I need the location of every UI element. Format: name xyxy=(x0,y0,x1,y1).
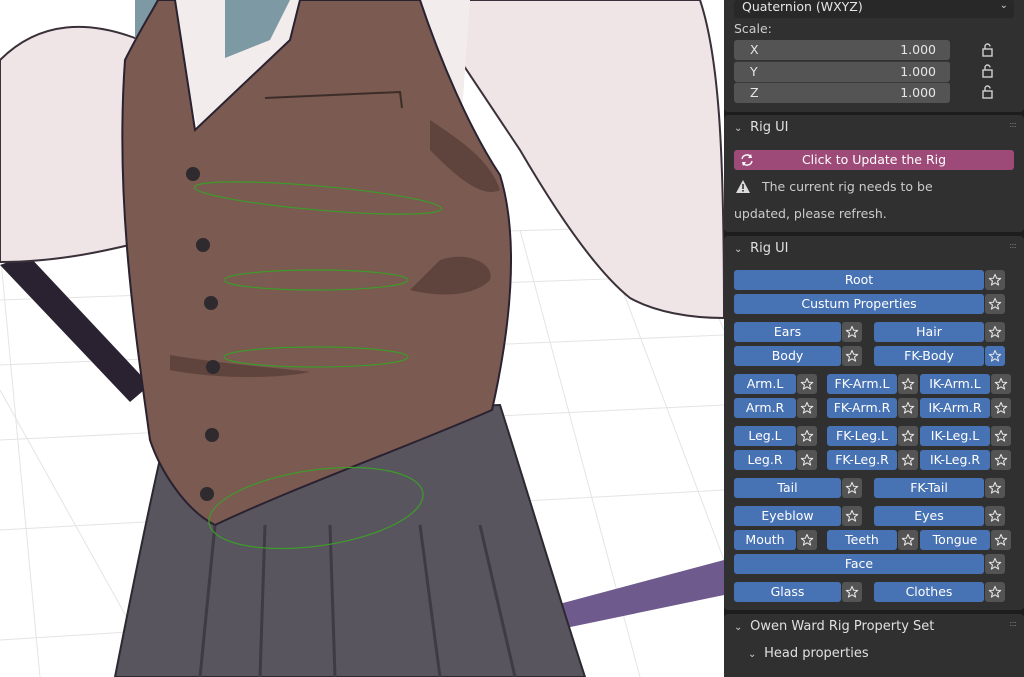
layer-button-ik-leg-r[interactable]: IK-Leg.R xyxy=(920,450,990,470)
chevron-down-icon: ⌄ xyxy=(734,244,743,255)
layer-button-fk-body[interactable]: FK-Body xyxy=(874,346,984,366)
layer-button-custum-properties[interactable]: Custum Properties xyxy=(734,294,984,314)
star-icon[interactable] xyxy=(842,322,862,342)
rig-ui-layers-header[interactable]: ⌄ Rig UI xyxy=(734,241,789,256)
unlock-icon[interactable] xyxy=(980,42,996,58)
layer-button-glass[interactable]: Glass xyxy=(734,582,841,602)
character-render xyxy=(0,0,724,677)
star-icon[interactable] xyxy=(991,374,1011,394)
star-icon[interactable] xyxy=(842,582,862,602)
warning-icon xyxy=(736,180,750,193)
layer-button-leg-l[interactable]: Leg.L xyxy=(734,426,796,446)
rig-ui-update-panel: ⌄ Rig UI :::: Click to Update the Rig Th… xyxy=(724,115,1024,232)
scale-label: Scale: xyxy=(734,21,772,36)
refresh-icon xyxy=(741,154,753,166)
layer-button-ears[interactable]: Ears xyxy=(734,322,841,342)
star-icon[interactable] xyxy=(797,398,817,418)
rotation-mode-value: Quaternion (WXYZ) xyxy=(742,0,863,14)
layer-button-ik-leg-l[interactable]: IK-Leg.L xyxy=(920,426,990,446)
drag-handle-icon[interactable]: :::: xyxy=(1009,619,1017,628)
panel-title: Owen Ward Rig Property Set xyxy=(750,619,935,634)
layer-button-root[interactable]: Root xyxy=(734,270,984,290)
layer-button-face[interactable]: Face xyxy=(734,554,984,574)
layer-button-body[interactable]: Body xyxy=(734,346,841,366)
layer-button-arm-r[interactable]: Arm.R xyxy=(734,398,796,418)
star-icon[interactable] xyxy=(898,374,918,394)
unlock-icon[interactable] xyxy=(980,63,996,79)
scale-z-field[interactable]: Z 1.000 xyxy=(734,82,950,103)
panel-title: Rig UI xyxy=(750,241,789,256)
properties-sidebar: Quaternion (WXYZ) ⌄ Scale: X 1.000 Y 1.0… xyxy=(724,0,1024,677)
warning-text-line1: The current rig needs to be xyxy=(762,179,933,194)
star-icon[interactable] xyxy=(797,530,817,550)
property-set-panel: ⌄ Owen Ward Rig Property Set :::: ⌄ Head… xyxy=(724,614,1024,677)
layer-button-fk-arm-r[interactable]: FK-Arm.R xyxy=(827,398,897,418)
layer-button-tongue[interactable]: Tongue xyxy=(920,530,990,550)
layer-button-ik-arm-r[interactable]: IK-Arm.R xyxy=(920,398,990,418)
star-icon[interactable] xyxy=(898,398,918,418)
star-icon[interactable] xyxy=(985,346,1005,366)
star-icon[interactable] xyxy=(991,530,1011,550)
star-icon[interactable] xyxy=(898,426,918,446)
star-icon[interactable] xyxy=(797,374,817,394)
layer-button-teeth[interactable]: Teeth xyxy=(827,530,897,550)
panel-title: Rig UI xyxy=(750,120,789,135)
rig-ui-update-header[interactable]: ⌄ Rig UI xyxy=(734,120,789,135)
chevron-down-icon: ⌄ xyxy=(999,0,1008,11)
layer-button-fk-arm-l[interactable]: FK-Arm.L xyxy=(827,374,897,394)
layer-button-eyes[interactable]: Eyes xyxy=(874,506,984,526)
star-icon[interactable] xyxy=(991,450,1011,470)
layer-button-fk-leg-l[interactable]: FK-Leg.L xyxy=(827,426,897,446)
3d-viewport[interactable] xyxy=(0,0,724,677)
scale-x-field[interactable]: X 1.000 xyxy=(734,40,950,60)
update-rig-button[interactable]: Click to Update the Rig xyxy=(734,150,1014,170)
star-icon[interactable] xyxy=(797,450,817,470)
transform-panel: Quaternion (WXYZ) ⌄ Scale: X 1.000 Y 1.0… xyxy=(724,0,1024,112)
star-icon[interactable] xyxy=(985,294,1005,314)
layer-button-eyeblow[interactable]: Eyeblow xyxy=(734,506,841,526)
layer-button-mouth[interactable]: Mouth xyxy=(734,530,796,550)
rotation-mode-dropdown[interactable]: Quaternion (WXYZ) ⌄ xyxy=(734,0,1014,18)
layer-button-tail[interactable]: Tail xyxy=(734,478,841,498)
star-icon[interactable] xyxy=(797,426,817,446)
star-icon[interactable] xyxy=(898,450,918,470)
subpanel-title: Head properties xyxy=(764,646,869,661)
star-icon[interactable] xyxy=(842,346,862,366)
rig-ui-layers-panel: ⌄ Rig UI :::: RootCustum PropertiesEars H… xyxy=(724,236,1024,610)
scale-y-field[interactable]: Y 1.000 xyxy=(734,61,950,82)
star-icon[interactable] xyxy=(991,426,1011,446)
drag-handle-icon[interactable]: :::: xyxy=(1009,120,1017,129)
head-properties-subpanel[interactable]: ⌄ Head properties xyxy=(748,646,869,661)
warning-text-line2: updated, please refresh. xyxy=(734,206,887,221)
unlock-icon[interactable] xyxy=(980,84,996,100)
star-icon[interactable] xyxy=(985,322,1005,342)
drag-handle-icon[interactable]: :::: xyxy=(1009,241,1017,250)
star-icon[interactable] xyxy=(985,506,1005,526)
star-icon[interactable] xyxy=(985,582,1005,602)
layer-button-clothes[interactable]: Clothes xyxy=(874,582,984,602)
chevron-down-icon: ⌄ xyxy=(748,649,757,660)
star-icon[interactable] xyxy=(842,506,862,526)
chevron-down-icon: ⌄ xyxy=(734,622,743,633)
layer-button-arm-l[interactable]: Arm.L xyxy=(734,374,796,394)
layer-button-ik-arm-l[interactable]: IK-Arm.L xyxy=(920,374,990,394)
layer-button-leg-r[interactable]: Leg.R xyxy=(734,450,796,470)
layer-button-hair[interactable]: Hair xyxy=(874,322,984,342)
layer-button-fk-tail[interactable]: FK-Tail xyxy=(874,478,984,498)
property-set-header[interactable]: ⌄ Owen Ward Rig Property Set xyxy=(734,619,934,634)
star-icon[interactable] xyxy=(985,554,1005,574)
star-icon[interactable] xyxy=(842,478,862,498)
star-icon[interactable] xyxy=(985,478,1005,498)
chevron-down-icon: ⌄ xyxy=(734,123,743,134)
star-icon[interactable] xyxy=(898,530,918,550)
layer-button-fk-leg-r[interactable]: FK-Leg.R xyxy=(827,450,897,470)
star-icon[interactable] xyxy=(991,398,1011,418)
star-icon[interactable] xyxy=(985,270,1005,290)
